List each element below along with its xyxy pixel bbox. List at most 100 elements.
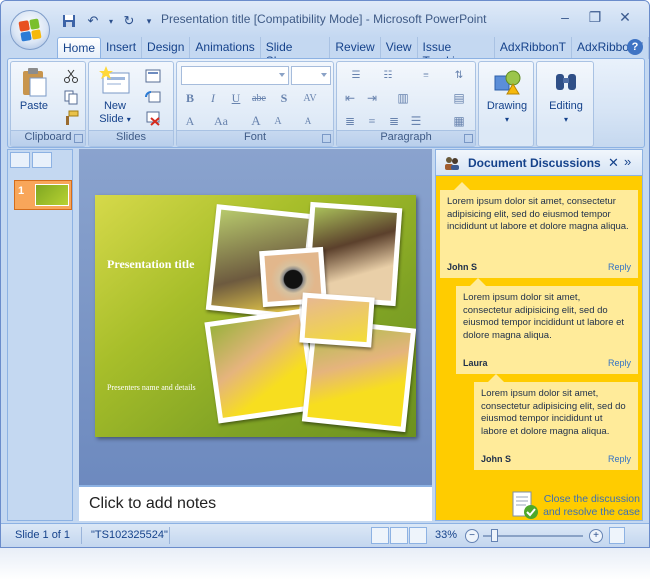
- customize-qat-icon[interactable]: ▾: [143, 12, 155, 30]
- slides-outline-pane: 1: [7, 149, 73, 521]
- editing-group: Editing ▾: [536, 61, 594, 147]
- save-icon[interactable]: [59, 12, 79, 30]
- comment-bubble: Lorem ipsum dolor sit amet, consectetur …: [474, 374, 638, 470]
- minimize-icon[interactable]: –: [553, 7, 577, 27]
- font-group: B I U abe S AV A Aa A A A Font: [176, 61, 334, 147]
- delete-slide-icon[interactable]: [145, 110, 161, 126]
- tab-slide-show[interactable]: Slide Show: [261, 37, 331, 68]
- paste-button[interactable]: Paste: [17, 66, 51, 113]
- zoom-in-icon[interactable]: +: [589, 529, 603, 543]
- restore-icon[interactable]: ❐: [583, 7, 607, 27]
- clipboard-group: Paste Clipboard: [10, 61, 86, 147]
- copy-icon[interactable]: [63, 89, 79, 105]
- text-direction-icon[interactable]: ⇅: [445, 66, 473, 84]
- drawing-button[interactable]: Drawing ▾: [481, 66, 533, 126]
- text-shadow-icon[interactable]: S: [275, 89, 293, 107]
- change-case-icon[interactable]: Aa: [209, 112, 233, 130]
- comment-text: Lorem ipsum dolor sit amet, consectetur …: [463, 292, 625, 341]
- fit-to-window-icon[interactable]: [609, 527, 625, 544]
- align-center-icon[interactable]: ≡: [363, 112, 381, 130]
- clipboard-dialog-launcher-icon[interactable]: [74, 134, 83, 143]
- drawing-group: Drawing ▾: [478, 61, 534, 147]
- new-slide-button[interactable]: New Slide ▾: [93, 66, 137, 126]
- comment-author: John S: [447, 261, 478, 272]
- zoom-slider[interactable]: [483, 535, 583, 537]
- slide-canvas[interactable]: Presentation title Presenters name and d…: [95, 195, 416, 437]
- comment-author: Laura: [463, 357, 488, 368]
- slides-tab-icon[interactable]: [10, 152, 30, 168]
- tab-design[interactable]: Design: [142, 37, 191, 59]
- dropdown-arrow-icon[interactable]: ▾: [107, 12, 115, 30]
- comment-bubble: Lorem ipsum dolor sit amet, consectetur …: [456, 278, 638, 374]
- slide-thumbnail[interactable]: 1: [14, 180, 72, 210]
- close-pane-icon[interactable]: ✕: [608, 155, 619, 171]
- line-spacing-icon[interactable]: ≡: [411, 66, 441, 84]
- new-slide-icon: [99, 66, 131, 98]
- office-button[interactable]: [10, 10, 50, 50]
- tab-issue-tracker[interactable]: Issue Trackir: [418, 37, 495, 68]
- underline-icon[interactable]: U: [227, 89, 245, 107]
- font-dialog-launcher-icon[interactable]: [322, 134, 331, 143]
- increase-indent-icon[interactable]: ⇥: [363, 89, 381, 107]
- notes-pane[interactable]: Click to add notes: [79, 485, 432, 521]
- zoom-level[interactable]: 33%: [435, 529, 457, 541]
- grow-font-icon[interactable]: A: [247, 112, 265, 130]
- editing-button[interactable]: Editing ▾: [539, 66, 593, 126]
- comment-bubble: Lorem ipsum dolor sit amet, consectetur …: [440, 182, 638, 278]
- slide-show-view-icon[interactable]: [409, 527, 427, 544]
- slide-subtitle[interactable]: Presenters name and details: [107, 383, 197, 393]
- clear-formatting-icon[interactable]: A: [299, 112, 317, 130]
- align-text-icon[interactable]: ▤: [445, 89, 473, 107]
- smartart-icon[interactable]: ▦: [445, 112, 473, 130]
- italic-icon[interactable]: I: [204, 89, 222, 107]
- tab-view[interactable]: View: [381, 37, 418, 59]
- expand-pane-icon[interactable]: »: [624, 154, 631, 169]
- undo-icon[interactable]: ↶: [83, 12, 103, 30]
- columns-icon[interactable]: ▥: [389, 89, 417, 107]
- font-size-combo[interactable]: [291, 66, 331, 85]
- tab-animations[interactable]: Animations: [190, 37, 261, 59]
- close-icon[interactable]: ✕: [613, 7, 637, 27]
- discussions-header: Document Discussions ✕ »: [436, 150, 642, 176]
- ribbon: Paste Clipboard New Slide ▾ Slides B I U…: [7, 58, 645, 148]
- outline-tab-icon[interactable]: [32, 152, 52, 168]
- tab-adx-ribbon-1[interactable]: AdxRibbonT: [495, 37, 572, 59]
- powerpoint-window: ↶ ▾ ↻ ▾ Presentation title [Compatibilit…: [0, 0, 650, 548]
- cut-icon[interactable]: [63, 68, 79, 84]
- normal-view-icon[interactable]: [371, 527, 389, 544]
- status-bar: Slide 1 of 1 "TS102325524" 33% − +: [1, 523, 649, 547]
- help-icon[interactable]: ?: [627, 39, 643, 55]
- close-discussion-link[interactable]: Close the discussion and resolve the cas…: [542, 493, 640, 519]
- shrink-font-icon[interactable]: A: [269, 112, 287, 130]
- align-left-icon[interactable]: ≣: [341, 112, 359, 130]
- character-spacing-icon[interactable]: AV: [301, 89, 319, 107]
- window-reflection: [0, 548, 650, 580]
- paragraph-dialog-launcher-icon[interactable]: [464, 134, 473, 143]
- tab-insert[interactable]: Insert: [101, 37, 143, 59]
- decrease-indent-icon[interactable]: ⇤: [341, 89, 359, 107]
- slide-sorter-view-icon[interactable]: [390, 527, 408, 544]
- slide-title[interactable]: Presentation title: [107, 257, 197, 272]
- align-right-icon[interactable]: ≣: [385, 112, 403, 130]
- bullets-icon[interactable]: ☰: [341, 66, 371, 84]
- slides-group-label: Slides: [89, 130, 173, 146]
- font-name-combo[interactable]: [181, 66, 289, 85]
- tab-review[interactable]: Review: [330, 37, 381, 59]
- photo-frame-5: [299, 292, 375, 348]
- redo-icon[interactable]: ↻: [119, 12, 139, 30]
- reply-link[interactable]: Reply: [608, 261, 631, 274]
- zoom-out-icon[interactable]: −: [465, 529, 479, 543]
- reply-link[interactable]: Reply: [608, 357, 631, 370]
- paste-label: Paste: [19, 100, 49, 112]
- reset-slide-icon[interactable]: [145, 89, 161, 105]
- bold-icon[interactable]: B: [181, 89, 199, 107]
- layout-icon[interactable]: [145, 68, 161, 84]
- zoom-slider-thumb[interactable]: [491, 529, 498, 542]
- justify-icon[interactable]: ☰: [407, 112, 425, 130]
- tab-home[interactable]: Home: [57, 37, 102, 59]
- reply-link[interactable]: Reply: [608, 453, 631, 466]
- format-painter-icon[interactable]: [63, 110, 79, 126]
- numbering-icon[interactable]: ☷: [373, 66, 403, 84]
- font-color-icon[interactable]: A: [181, 112, 199, 130]
- strikethrough-icon[interactable]: abe: [250, 89, 268, 107]
